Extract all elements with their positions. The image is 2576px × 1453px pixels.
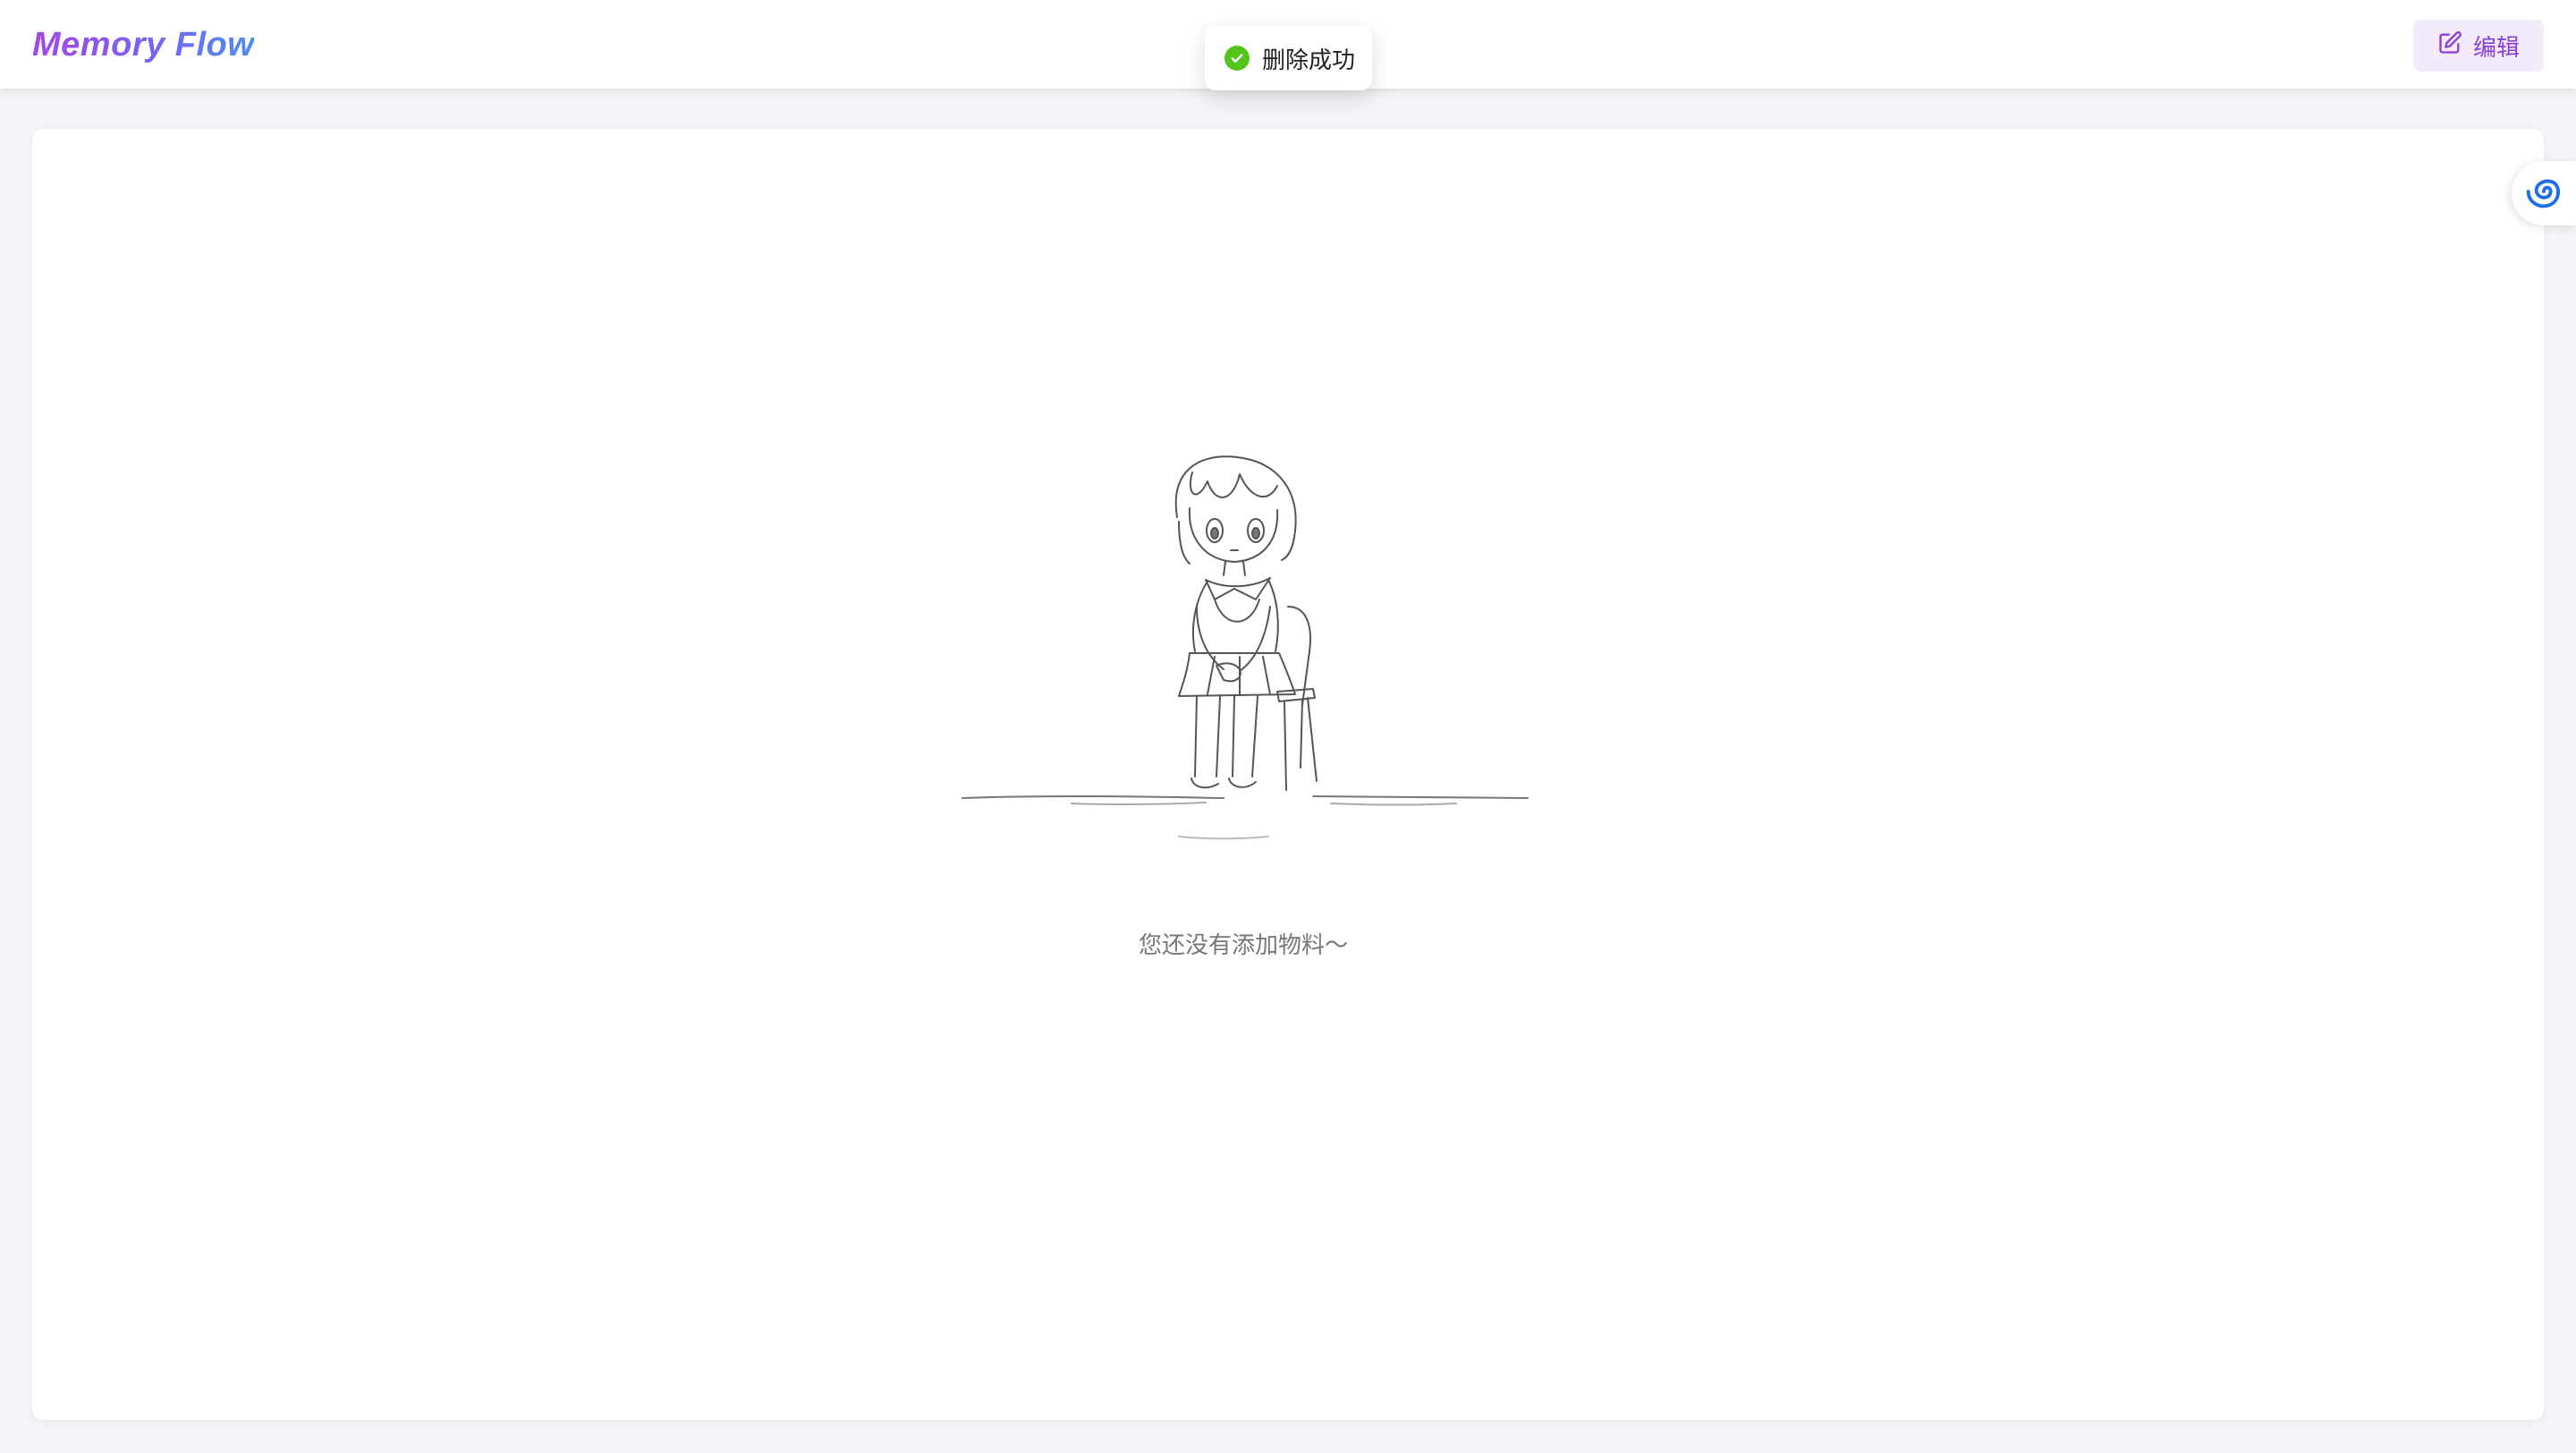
empty-state-text: 您还没有添加物料～ (1138, 932, 1348, 959)
floating-assistant-button[interactable] (2512, 161, 2576, 225)
empty-state-illustration (962, 455, 1529, 840)
check-circle-icon (1224, 46, 1250, 71)
edit-button[interactable]: 编辑 (2413, 20, 2544, 72)
toast-message: 删除成功 (1262, 47, 1356, 74)
swirl-icon (2523, 171, 2564, 216)
success-toast: 删除成功 (1205, 26, 1372, 90)
app-logo[interactable]: Memory Flow (32, 23, 254, 66)
edit-button-label: 编辑 (2472, 34, 2520, 62)
edit-icon (2437, 30, 2462, 62)
